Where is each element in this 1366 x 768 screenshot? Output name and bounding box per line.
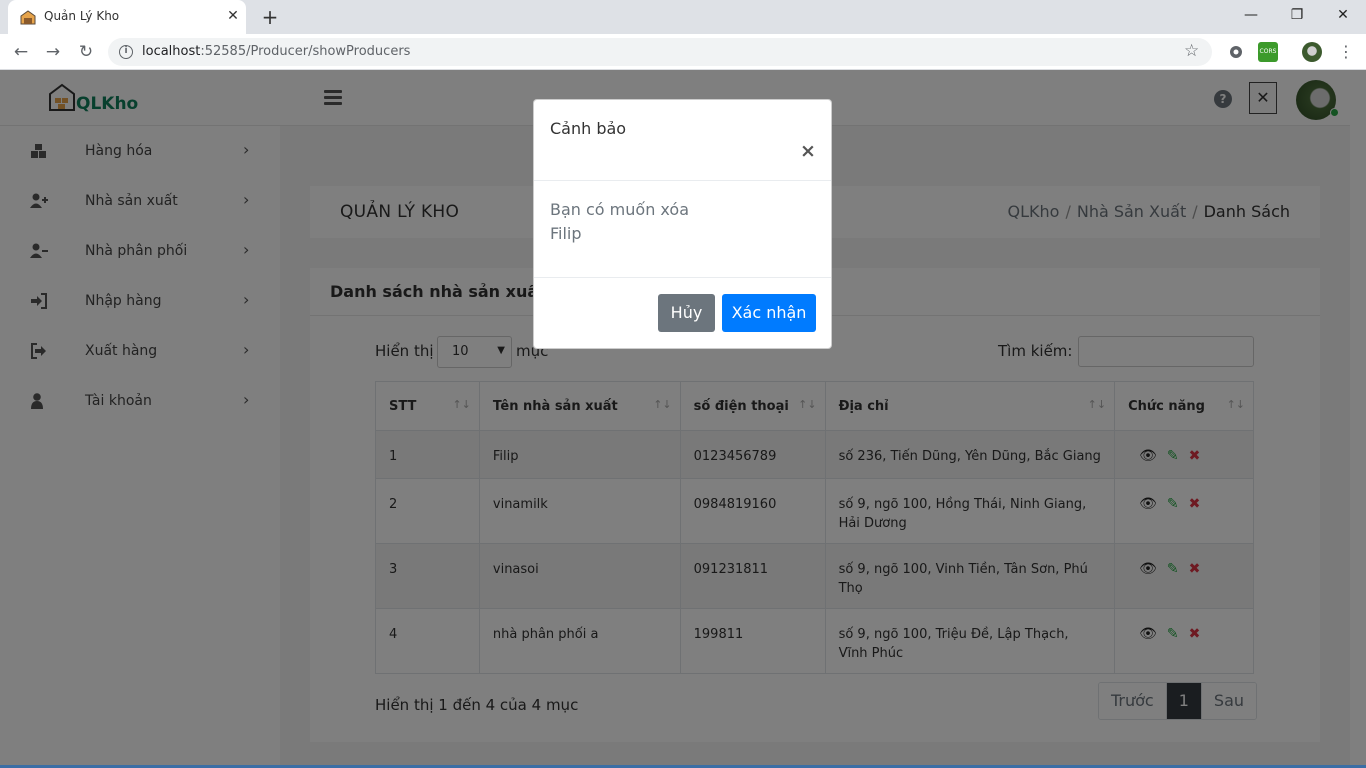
- confirm-button[interactable]: Xác nhận: [722, 294, 816, 332]
- cancel-button[interactable]: Hủy: [658, 294, 715, 332]
- address-bar[interactable]: i localhost:52585/Producer/showProducers…: [108, 38, 1212, 66]
- bookmark-star-icon[interactable]: ☆: [1184, 41, 1199, 61]
- modal-close-icon[interactable]: ×: [800, 141, 816, 161]
- back-icon[interactable]: ←: [9, 40, 33, 64]
- minimize-icon[interactable]: —: [1228, 0, 1274, 30]
- modal-title: Cảnh bảo: [550, 119, 627, 138]
- modal-item-name: Filip: [550, 224, 582, 243]
- warehouse-favicon-icon: [20, 10, 36, 25]
- profile-avatar-icon[interactable]: [1302, 42, 1322, 62]
- site-info-icon[interactable]: i: [119, 45, 133, 59]
- window-close-icon[interactable]: ✕: [1320, 0, 1366, 30]
- browser-menu-icon[interactable]: ⋮: [1336, 42, 1356, 62]
- tab-title: Quản Lý Kho: [44, 9, 120, 23]
- modal-message: Bạn có muốn xóa: [550, 200, 689, 219]
- forward-icon[interactable]: →: [41, 40, 65, 64]
- modal-footer: Hủy Xác nhận: [534, 277, 831, 348]
- modal-body: Bạn có muốn xóa Filip: [550, 198, 810, 246]
- url-text: localhost:52585/Producer/showProducers: [142, 44, 411, 59]
- confirm-delete-modal: Cảnh bảo × Bạn có muốn xóa Filip Hủy Xác…: [533, 99, 832, 349]
- modal-header: Cảnh bảo ×: [534, 100, 831, 181]
- restore-icon[interactable]: ❐: [1274, 0, 1320, 30]
- extension-gear-icon[interactable]: [1226, 42, 1246, 62]
- browser-tab-bar: Quản Lý Kho ✕ + — ❐ ✕: [0, 0, 1366, 34]
- tab-close-icon[interactable]: ✕: [224, 6, 242, 26]
- browser-toolbar: ← → ↻ i localhost:52585/Producer/showPro…: [0, 34, 1366, 70]
- browser-tab[interactable]: Quản Lý Kho ✕: [8, 0, 246, 34]
- reload-icon[interactable]: ↻: [74, 40, 98, 64]
- extension-cors-icon[interactable]: CORS: [1258, 42, 1278, 62]
- new-tab-icon[interactable]: +: [258, 4, 282, 30]
